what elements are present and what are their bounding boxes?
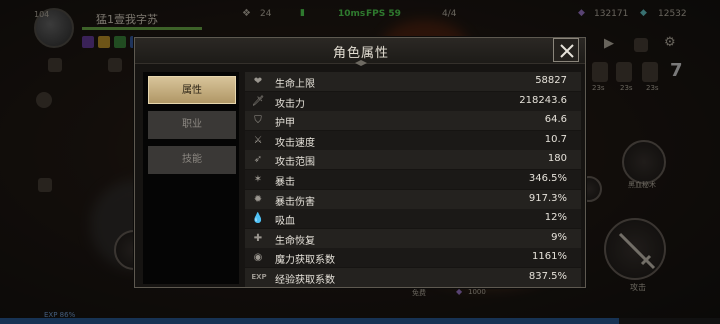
heart-icon: ❤ [253, 76, 263, 87]
category-tabs: 属性 职业 技能 [143, 72, 239, 284]
attribute-value: 9% [551, 231, 567, 243]
attribute-value: 917.3% [528, 192, 567, 204]
dialog-header: 角色属性 [135, 38, 585, 66]
attribute-label: 攻击速度 [275, 137, 315, 149]
attribute-row: ⚔ 攻击速度 10.7 [245, 130, 581, 150]
attribute-label: 护甲 [275, 118, 295, 130]
attribute-label: 吸血 [275, 216, 295, 228]
attribute-label: 魔力获取系数 [275, 255, 335, 267]
attribute-list[interactable]: ❤ 生命上限 58827 🗡 攻击力 218243.6 ⛉ 护甲 64.6 ⚔ 攻击速度 10.7 ➶ 攻… [245, 72, 581, 287]
attribute-value: 180 [547, 153, 567, 165]
lifesteal-icon: 💧 [251, 213, 265, 225]
attribute-label: 攻击范围 [275, 157, 315, 169]
attribute-row: ✶ 暴击 346.5% [245, 170, 581, 189]
attribute-label: 生命恢复 [275, 235, 315, 247]
exp-icon: EXP [251, 273, 267, 281]
character-attributes-dialog: 角色属性 属性 职业 技能 ❤ 生命上限 58827 🗡 攻击力 218243.6 ⛉ 护甲 6… [134, 37, 586, 288]
regen-icon: ✚ [253, 232, 263, 244]
attribute-label: 生命上限 [275, 79, 315, 90]
crit-damage-icon: ✹ [253, 193, 263, 205]
attribute-value: 218243.6 [519, 94, 567, 106]
attribute-value: 12% [544, 212, 567, 224]
attribute-value: 64.6 [544, 114, 567, 126]
attribute-label: 经验获取系数 [275, 275, 335, 286]
crit-icon: ✶ [253, 174, 263, 185]
attack-speed-icon: ⚔ [253, 134, 263, 146]
attribute-row: ✚ 生命恢复 9% [245, 228, 581, 248]
attribute-row: ◉ 魔力获取系数 1161% [245, 248, 581, 268]
tab-skills[interactable]: 技能 [148, 146, 236, 174]
mana-icon: ◉ [253, 252, 263, 264]
shield-icon: ⛉ [254, 115, 262, 127]
ornament-icon [355, 60, 367, 66]
attribute-value: 346.5% [528, 173, 567, 184]
attribute-row: 🗡 攻击力 218243.6 [245, 91, 581, 111]
dialog-title: 角色属性 [332, 46, 389, 61]
attribute-value: 837.5% [528, 271, 567, 282]
sword-icon: 🗡 [251, 95, 265, 107]
tab-class[interactable]: 职业 [148, 111, 236, 139]
attribute-label: 暴击伤害 [275, 196, 315, 208]
attribute-row: ✹ 暴击伤害 917.3% [245, 189, 581, 209]
attribute-label: 攻击力 [275, 98, 305, 110]
attack-range-icon: ➶ [253, 154, 263, 166]
attribute-row: ⛉ 护甲 64.6 [245, 111, 581, 131]
attribute-value: 1161% [532, 251, 567, 263]
attribute-row: 💧 吸血 12% [245, 209, 581, 229]
close-button[interactable] [553, 38, 579, 62]
attribute-row: ❤ 生命上限 58827 [245, 72, 581, 91]
attribute-row: ➶ 攻击范围 180 [245, 150, 581, 170]
attribute-label: 暴击 [275, 177, 295, 188]
attribute-value: 10.7 [544, 133, 567, 145]
tab-attributes[interactable]: 属性 [148, 76, 236, 104]
attribute-row: EXP 经验获取系数 837.5% [245, 268, 581, 287]
close-icon [560, 44, 574, 58]
attribute-value: 58827 [535, 75, 567, 86]
